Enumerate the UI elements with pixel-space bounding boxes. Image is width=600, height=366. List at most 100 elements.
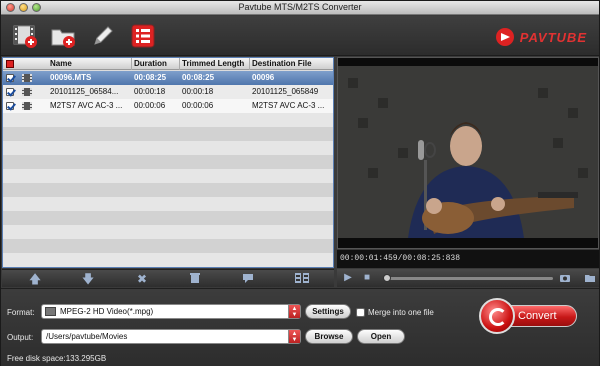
add-video-button[interactable] <box>11 22 39 50</box>
empty-row <box>3 211 333 225</box>
file-list-header: Name Duration Trimmed Length Destination… <box>3 58 333 70</box>
merge-button[interactable] <box>294 272 310 286</box>
file-trimmed-length: 00:00:06 <box>182 101 214 110</box>
video-frame <box>338 58 598 248</box>
remove-button[interactable]: ✖ <box>135 272 149 286</box>
edit-button[interactable] <box>89 22 117 50</box>
settings-button[interactable]: Settings <box>305 304 351 319</box>
empty-row <box>3 253 333 267</box>
convert-control[interactable]: Convert <box>479 298 579 334</box>
row-checkbox[interactable] <box>6 88 14 96</box>
move-down-icon: 🡇 <box>81 272 95 286</box>
format-dropdown[interactable]: MPEG-2 HD Video(*.mpg) ▲ ▼ <box>41 304 301 319</box>
snapshot-button[interactable] <box>559 272 571 284</box>
task-list-icon <box>131 24 155 48</box>
empty-row <box>3 183 333 197</box>
video-preview[interactable] <box>337 57 599 249</box>
open-snapshot-folder-button[interactable] <box>584 272 596 284</box>
seek-knob[interactable] <box>382 274 391 282</box>
add-video-icon <box>13 25 37 48</box>
camera-icon <box>560 275 570 282</box>
move-down-button[interactable]: 🡇 <box>81 272 95 286</box>
file-duration: 00:08:25 <box>134 73 167 82</box>
convert-ring[interactable] <box>479 298 515 334</box>
subtitle-icon <box>243 274 253 283</box>
move-up-icon: 🡅 <box>28 272 42 286</box>
play-icon: ▶ <box>344 272 352 283</box>
format-label: Format: <box>7 308 35 317</box>
empty-row <box>3 155 333 169</box>
subtitle-button[interactable] <box>241 272 255 286</box>
video-file-icon <box>22 74 32 82</box>
play-button[interactable]: ▶ <box>342 272 354 284</box>
stop-button[interactable]: ■ <box>361 272 373 284</box>
folder-icon <box>585 275 595 282</box>
file-trimmed-length: 00:00:18 <box>182 87 214 96</box>
output-path-field[interactable]: /Users/pavtube/Movies ▲ ▼ <box>41 329 301 344</box>
column-name[interactable]: Name <box>47 58 131 70</box>
file-destination: 00096 <box>252 73 275 82</box>
file-destination: M2TS7 AVC AC-3 ... <box>252 101 325 110</box>
brand-name: PAVTUBE <box>519 29 587 45</box>
file-list[interactable]: Name Duration Trimmed Length Destination… <box>2 57 334 268</box>
file-destination: 20101125_065849 <box>252 87 319 96</box>
add-folder-icon <box>51 29 75 48</box>
list-controls: 🡅 🡇 ✖ <box>2 269 334 287</box>
file-duration: 00:00:06 <box>134 101 166 110</box>
empty-row <box>3 141 333 155</box>
add-folder-button[interactable] <box>49 22 77 50</box>
playback-time: 00:00:01:459/00:08:25:838 <box>337 250 599 268</box>
table-row[interactable]: M2TS7 AVC AC-3 ... 00:00:06 00:00:06 M2T… <box>3 99 333 113</box>
merge-icon <box>295 273 309 283</box>
empty-row <box>3 127 333 141</box>
window-title: Pavtube MTS/M2TS Converter <box>238 2 362 12</box>
merge-label: Merge into one file <box>368 308 434 317</box>
edit-pencil-icon <box>94 26 113 45</box>
merge-checkbox[interactable] <box>356 308 365 317</box>
video-file-icon <box>22 102 32 110</box>
column-trimmed-length[interactable]: Trimmed Length <box>179 58 249 70</box>
remove-icon: ✖ <box>136 272 148 286</box>
empty-row <box>3 225 333 239</box>
free-disk-space: Free disk space:133.295GB <box>7 354 107 363</box>
video-file-icon <box>22 88 32 96</box>
dropdown-arrow-icon: ▲ ▼ <box>288 305 300 318</box>
seek-bar[interactable] <box>382 274 553 282</box>
file-duration: 00:00:18 <box>134 87 166 96</box>
file-name: 00096.MTS <box>50 73 92 82</box>
column-destination-file[interactable]: Destination File <box>249 58 333 70</box>
select-all-checkbox[interactable] <box>6 60 14 68</box>
row-checkbox[interactable] <box>6 74 14 82</box>
file-trimmed-length: 00:08:25 <box>182 73 215 82</box>
output-panel: Format: MPEG-2 HD Video(*.mpg) ▲ ▼ Settin… <box>1 288 599 366</box>
column-duration[interactable]: Duration <box>131 58 179 70</box>
app-window: Pavtube MTS/M2TS Converter PAVTUBE Name … <box>0 0 600 366</box>
brand: PAVTUBE <box>495 26 587 48</box>
file-name: 20101125_06584... <box>50 87 119 96</box>
delete-button[interactable] <box>188 272 202 286</box>
output-path-value: /Users/pavtube/Movies <box>46 332 128 341</box>
mpeg-format-icon <box>45 307 56 316</box>
browse-button[interactable]: Browse <box>305 329 353 344</box>
empty-row <box>3 113 333 127</box>
empty-row <box>3 239 333 253</box>
player-controls: ▶ ■ <box>337 269 599 287</box>
empty-row <box>3 169 333 183</box>
table-row[interactable]: 00096.MTS 00:08:25 00:08:25 00096 <box>3 71 333 85</box>
delete-icon <box>190 273 200 283</box>
toolbar: PAVTUBE <box>1 16 599 56</box>
move-up-button[interactable]: 🡅 <box>28 272 42 286</box>
empty-row <box>3 197 333 211</box>
title-bar: Pavtube MTS/M2TS Converter <box>1 1 599 15</box>
dropdown-arrow-icon: ▲ ▼ <box>288 330 300 343</box>
open-folder-button[interactable]: Open <box>357 329 405 344</box>
convert-icon <box>489 308 507 326</box>
file-name: M2TS7 AVC AC-3 ... <box>50 101 123 110</box>
output-label: Output: <box>7 333 34 342</box>
table-row[interactable]: 20101125_06584... 00:00:18 00:00:18 2010… <box>3 85 333 99</box>
task-list-button[interactable] <box>129 22 157 50</box>
row-checkbox[interactable] <box>6 102 14 110</box>
pavtube-logo-icon <box>495 28 514 46</box>
stop-icon: ■ <box>363 272 371 283</box>
format-value: MPEG-2 HD Video(*.mpg) <box>60 307 154 316</box>
